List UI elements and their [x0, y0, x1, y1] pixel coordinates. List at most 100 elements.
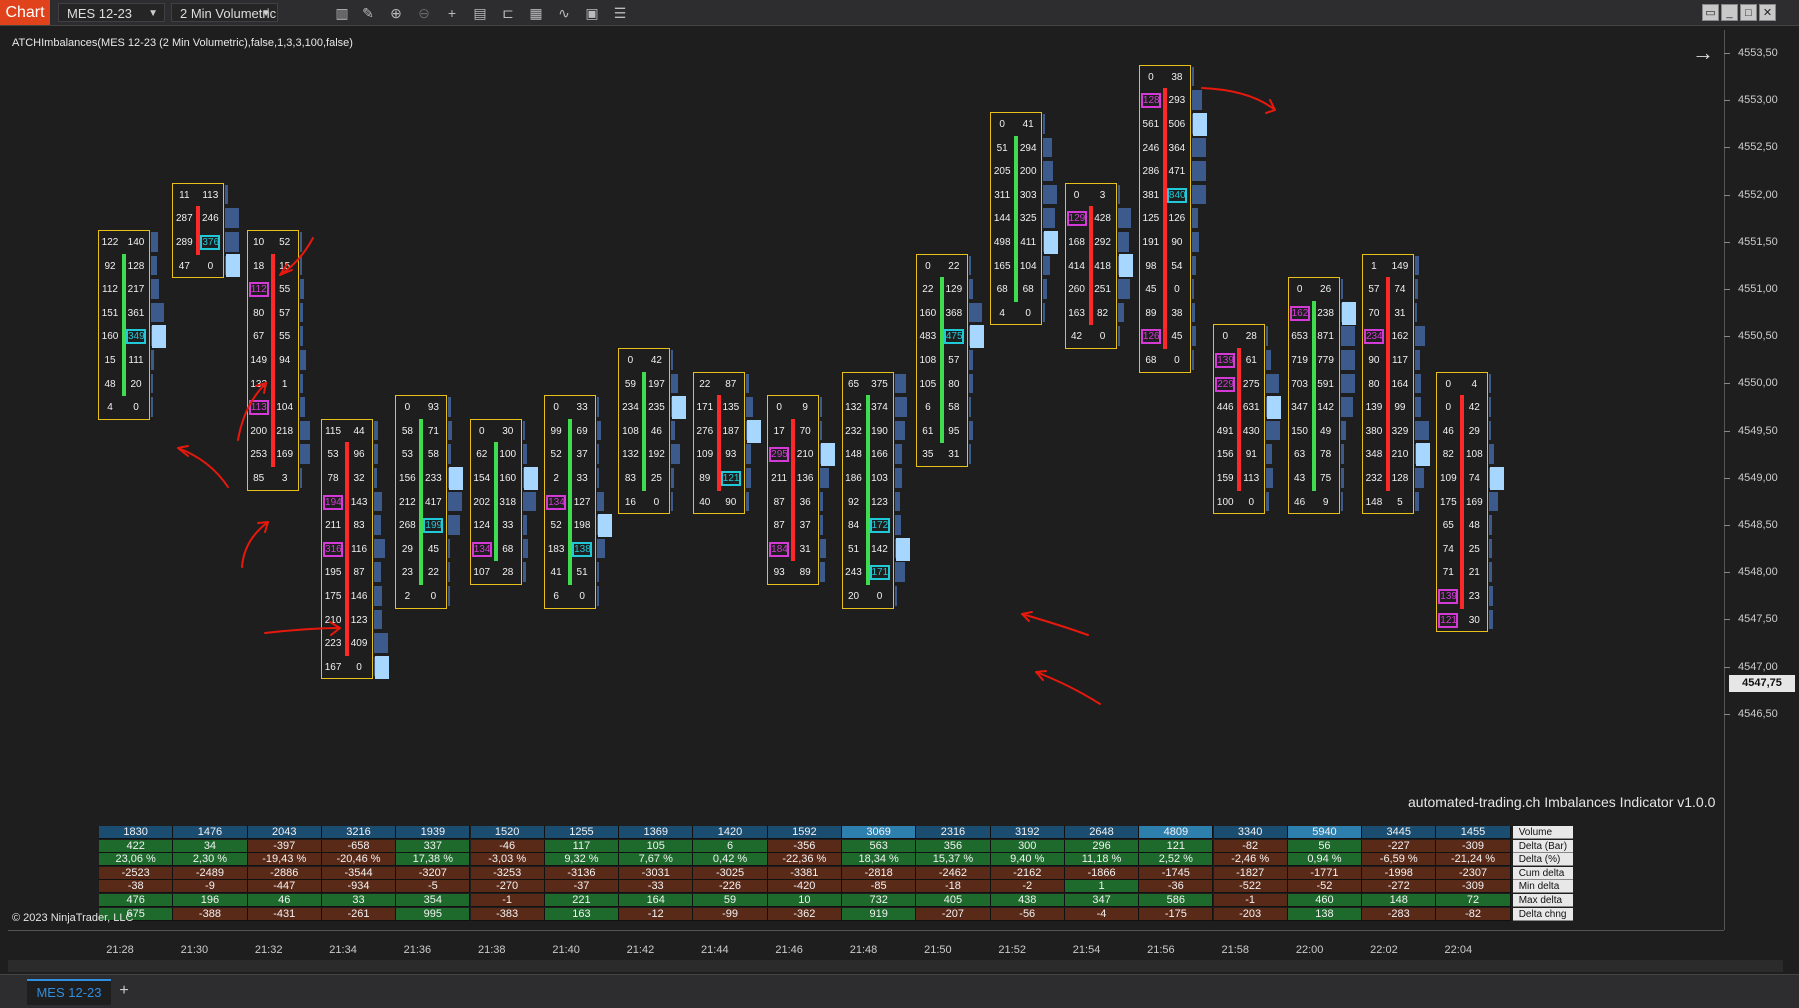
stats-cell: 15,37 %: [916, 853, 991, 867]
close-icon[interactable]: ✕: [1759, 4, 1776, 21]
bid-volume-cell: 286: [1142, 166, 1160, 178]
volume-profile-bar: [1117, 279, 1131, 299]
zoom-out-icon[interactable]: ⊖: [414, 3, 434, 23]
volume-profile-bar: [374, 562, 382, 582]
volume-profile-bar: [374, 444, 378, 464]
stats-cell: 347: [1064, 894, 1140, 907]
ask-volume-cell: 113: [1243, 473, 1260, 484]
bid-volume-cell: 148: [1365, 496, 1383, 508]
volume-profile-bar: [1117, 232, 1130, 252]
stats-cell: 221: [544, 894, 620, 907]
price-tick-label: 4548,50: [1738, 519, 1778, 531]
poc-marker: [449, 466, 464, 490]
chart-toolbar: Chart MES 12-23 ▼ 2 Min Volumetric ▼ ▥ ✎…: [0, 0, 1799, 26]
ask-volume-cell: 80: [948, 378, 960, 390]
ask-volume-cell: 292: [1094, 237, 1111, 248]
ask-volume-cell: 70: [799, 425, 811, 437]
volume-profile-bar: [820, 420, 823, 441]
ask-volume-cell: 143: [350, 496, 368, 508]
volume-profile-bar: [1489, 609, 1494, 630]
volume-profile-bar: [1043, 137, 1052, 158]
volume-profile-bar: [1489, 397, 1492, 417]
zoom-in-icon[interactable]: ⊕: [386, 3, 406, 23]
bid-volume-cell: 148: [845, 449, 862, 461]
instrument-tab[interactable]: MES 12-23: [27, 979, 111, 1005]
draw-icon[interactable]: ✎: [358, 3, 378, 23]
bid-volume-cell: 381: [1142, 189, 1160, 201]
bid-volume-cell: 316: [323, 541, 344, 557]
arrow-right-icon[interactable]: →: [1692, 40, 1714, 66]
stats-cell: 105: [619, 839, 694, 853]
maximize-icon[interactable]: □: [1740, 4, 1757, 21]
indicators-icon[interactable]: ∿: [554, 3, 574, 23]
bid-volume-cell: 134: [546, 494, 567, 510]
ask-volume-cell: 210: [796, 449, 814, 461]
time-tick-label: 21:42: [626, 944, 655, 956]
crosshair-icon[interactable]: +: [442, 3, 462, 23]
bid-volume-cell: 48: [104, 378, 116, 390]
ask-volume-cell: 0: [356, 661, 362, 673]
poc-marker: [1341, 301, 1356, 325]
strategies-icon[interactable]: ▦: [526, 3, 546, 23]
volume-profile-bar: [374, 609, 383, 630]
volume-profile-bar: [1266, 326, 1269, 346]
stats-cell: 5940: [1287, 826, 1363, 839]
horizontal-scrollbar[interactable]: [8, 960, 1783, 972]
price-tick-label: 4550,50: [1738, 330, 1778, 343]
interval-selector[interactable]: 2 Min Volumetric ▼: [171, 3, 278, 22]
volume-profile-bar: [1266, 373, 1279, 394]
data-box-icon[interactable]: ☰: [610, 3, 630, 23]
minimize-icon[interactable]: _: [1721, 4, 1738, 21]
ask-volume-cell: 164: [1391, 378, 1409, 390]
add-tab-icon[interactable]: +: [114, 979, 134, 1003]
ask-volume-cell: 238: [1317, 307, 1334, 319]
bid-volume-cell: 0: [1445, 378, 1452, 390]
volume-profile-bar: [225, 232, 240, 252]
chart-trader-icon[interactable]: ▣: [582, 3, 602, 23]
chart-tab[interactable]: Chart: [0, 0, 50, 25]
price-tick: [1724, 289, 1730, 290]
volume-profile-bar: [820, 468, 829, 488]
bar-type-icon[interactable]: ▥: [332, 3, 352, 23]
volume-profile-bar: [1340, 397, 1353, 417]
properties-icon[interactable]: ▤: [470, 3, 490, 23]
volume-profile-bar: [448, 562, 451, 582]
stats-cell: -272: [1362, 880, 1437, 894]
stats-row-label: Cum delta: [1512, 866, 1573, 880]
instrument-selector[interactable]: MES 12-23 ▼: [58, 3, 165, 22]
volume-profile-bar: [299, 373, 304, 394]
ask-volume-cell: 78: [1320, 449, 1332, 461]
volume-profile-bar: [968, 373, 974, 394]
stats-cell: 1830: [99, 826, 174, 839]
bid-volume-cell: 483: [919, 331, 937, 343]
copyright-text: © 2023 NinjaTrader, LLC: [12, 912, 134, 924]
stats-cell: -227: [1362, 839, 1437, 853]
time-axis[interactable]: [8, 930, 1724, 931]
stats-cell: 1455: [1436, 826, 1511, 839]
bid-volume-cell: 84: [847, 520, 860, 532]
stats-cell: 56: [1287, 839, 1363, 853]
price-tick-label: 4547,50: [1738, 613, 1778, 626]
templates-icon[interactable]: ⊏: [498, 3, 518, 23]
stats-cell: 1: [1064, 880, 1140, 894]
volume-profile-bar: [597, 538, 606, 559]
bid-volume-cell: 243: [845, 567, 862, 579]
bid-volume-cell: 82: [1442, 449, 1454, 461]
ask-volume-cell: 840: [1166, 187, 1187, 203]
ask-volume-cell: 0: [1174, 284, 1180, 296]
ask-volume-cell: 293: [1168, 95, 1186, 107]
bid-volume-cell: 80: [253, 307, 265, 319]
price-tick-label: 4549,00: [1738, 471, 1778, 484]
volume-profile-bar: [1414, 491, 1419, 512]
stats-cell: 33: [321, 894, 397, 907]
volume-profile-bar: [374, 468, 377, 488]
bid-volume-cell: 0: [404, 402, 411, 414]
stats-cell: -21,24 %: [1436, 853, 1511, 867]
volume-profile-bar: [894, 397, 908, 417]
stats-cell: -3207: [396, 866, 471, 880]
ask-volume-cell: 364: [1168, 142, 1186, 154]
volume-profile-bar: [374, 491, 383, 512]
tile-icon[interactable]: ▭: [1702, 4, 1719, 21]
stats-cell: -18: [916, 880, 991, 894]
bid-volume-cell: 446: [1216, 402, 1234, 414]
